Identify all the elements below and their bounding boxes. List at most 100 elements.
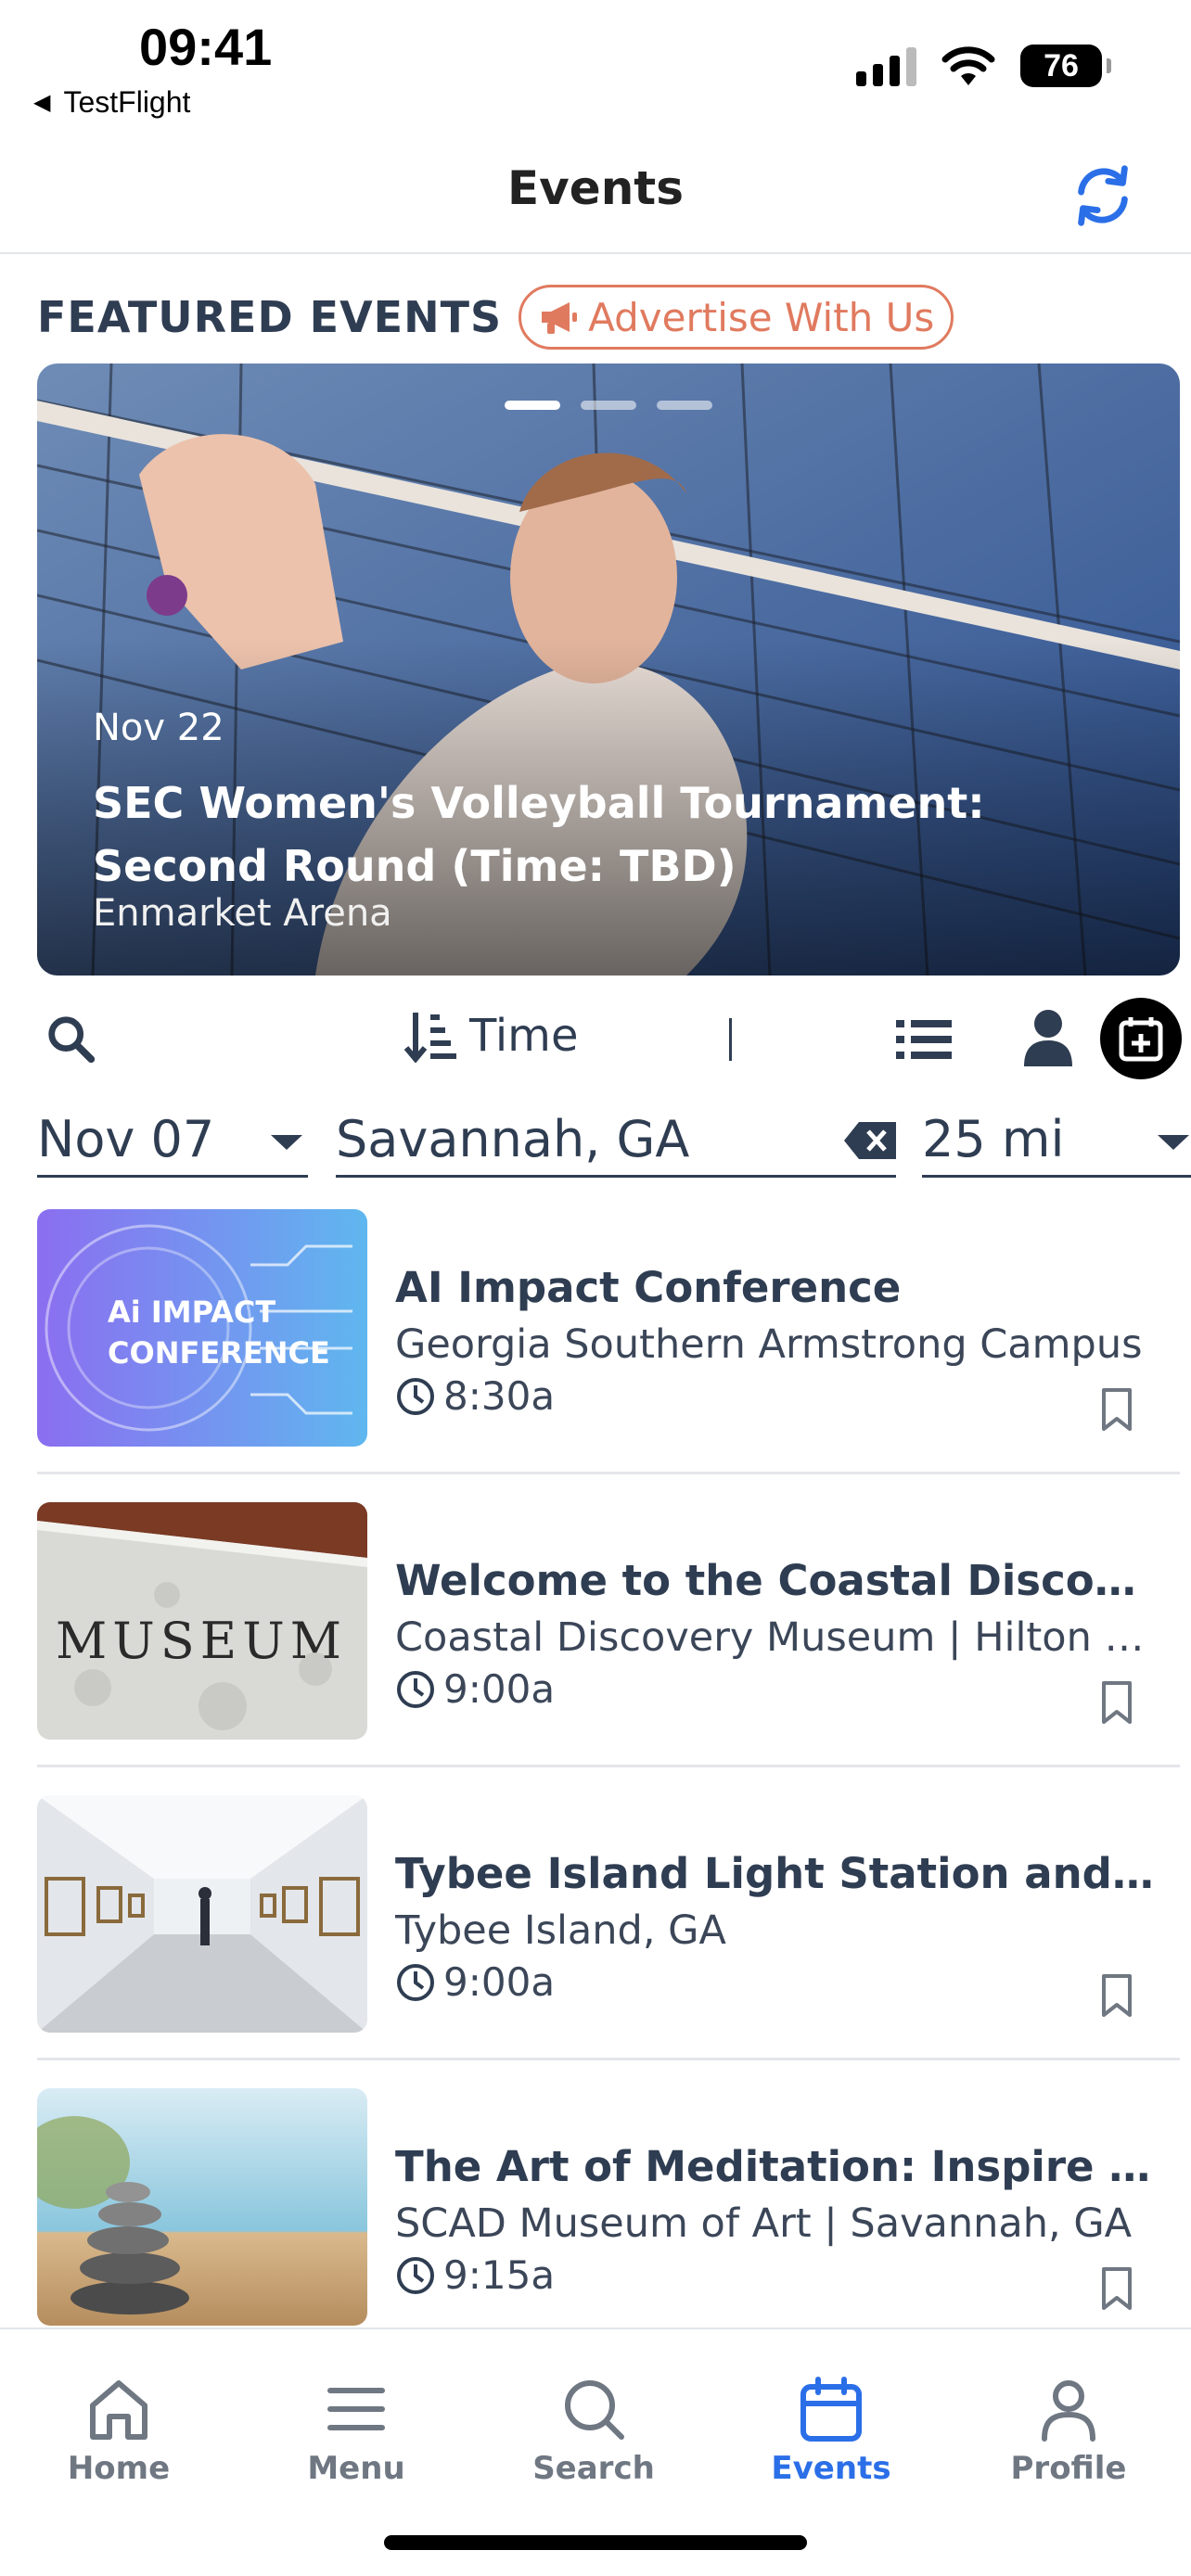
event-time-label: 9:00a [443,1666,556,1712]
distance-value: 25 mi [922,1110,1065,1168]
event-thumbnail [37,2088,367,2326]
thumb-text: CONFERENCE [108,1335,330,1371]
menu-icon [327,2388,385,2430]
tab-label: Events [771,2450,891,2487]
calendar-add-icon [1119,1017,1163,1062]
carousel-indicator[interactable] [37,401,1180,410]
clock-icon [397,1670,434,1708]
back-arrow-icon: ◀ [33,90,51,115]
page-title: Events [507,161,684,215]
events-toolbar: Time [0,992,1191,1085]
event-thumbnail: MUSEUM [37,1502,367,1740]
search-icon[interactable] [45,1013,98,1066]
featured-carousel[interactable]: Nov 22 SEC Women's Volleyball Tournament… [37,363,1180,976]
bookmark-icon[interactable] [1100,1973,1133,2018]
featured-event-title[interactable]: SEC Women's Volleyball Tournament: Secon… [93,772,1132,898]
add-event-button[interactable] [1100,998,1182,1079]
status-icons: 76 [856,45,1111,87]
home-indicator [384,2535,807,2550]
tab-menu[interactable]: Menu [263,2374,449,2487]
carousel-dot[interactable] [505,401,560,410]
back-to-app-link[interactable]: ◀ TestFlight [33,85,190,120]
featured-event-venue: Enmarket Arena [93,892,392,935]
cellular-signal-icon [856,45,916,86]
sort-button[interactable]: Time [404,1009,578,1063]
event-title: AI Impact Conference [395,1263,902,1312]
location-value: Savannah, GA [336,1110,690,1168]
event-title: Welcome to the Coastal Discovery Museum [395,1556,1156,1605]
advertise-label: Advertise With Us [588,294,935,340]
distance-select[interactable]: 25 mi [922,1103,1191,1178]
profile-icon [1042,2380,1095,2442]
bookmark-icon[interactable] [1100,1680,1133,1725]
event-time: 9:15a [395,2252,1176,2298]
clear-input-icon[interactable] [844,1122,896,1159]
event-title: The Art of Meditation: Inspire Your Prac… [395,2142,1156,2191]
event-time-label: 8:30a [443,1373,556,1419]
featured-header: FEATURED EVENTS Advertise With Us [37,284,954,351]
date-value: Nov 07 [37,1110,215,1168]
event-location: Coastal Discovery Museum | Hilton Head I… [395,1614,1156,1661]
event-list-item[interactable]: Tybee Island Light Station and Museum Ty… [37,1793,1180,2060]
status-time: 09:41 [139,18,273,76]
carousel-dot[interactable] [581,401,636,410]
battery-icon: 76 [1020,45,1111,87]
bookmark-icon[interactable] [1100,2266,1133,2311]
event-info: The Art of Meditation: Inspire Your Prac… [395,2142,1176,2298]
event-title: Tybee Island Light Station and Museum [395,1849,1156,1898]
list-view-icon[interactable] [896,1016,952,1063]
refresh-icon[interactable] [1067,159,1139,232]
event-list: Ai IMPACT CONFERENCE AI Impact Conferenc… [37,1207,1180,2424]
event-list-item[interactable]: The Art of Meditation: Inspire Your Prac… [37,2086,1180,2353]
tab-label: Menu [307,2450,405,2487]
chevron-down-icon [1158,1135,1189,1150]
nav-header: Events [0,139,1191,254]
event-info: Tybee Island Light Station and Museum Ty… [395,1849,1176,2005]
tab-label: Search [532,2450,655,2487]
status-bar: 09:41 ◀ TestFlight 76 [0,0,1191,130]
bookmark-icon[interactable] [1100,1387,1133,1432]
event-filters: Nov 07 Savannah, GA 25 mi [0,1103,1191,1178]
sort-ascending-icon [404,1013,456,1063]
home-icon [90,2380,147,2440]
location-input[interactable]: Savannah, GA [336,1103,896,1178]
tab-label: Profile [1010,2450,1127,2487]
tab-profile[interactable]: Profile [976,2374,1161,2487]
event-time: 8:30a [395,1373,1176,1419]
events-screen: 09:41 ◀ TestFlight 76 Events FEATURED EV… [0,0,1191,2576]
tab-search[interactable]: Search [501,2374,686,2487]
thumb-text: MUSEUM [56,1612,347,1670]
event-time-label: 9:00a [443,1959,556,2005]
chevron-down-icon [271,1135,302,1150]
event-info: AI Impact Conference Georgia Southern Ar… [395,1263,1176,1419]
advertise-button[interactable]: Advertise With Us [519,285,954,350]
tab-events[interactable]: Events [738,2374,924,2487]
megaphone-icon [542,302,578,334]
tab-home[interactable]: Home [26,2374,211,2487]
featured-event-date: Nov 22 [93,707,224,749]
event-thumbnail [37,1795,367,2033]
event-list-item[interactable]: MUSEUM Welcome to the Coastal Discovery … [37,1500,1180,1767]
event-location: Tybee Island, GA [395,1907,726,1954]
tab-label: Home [67,2450,171,2487]
sort-label: Time [469,1010,579,1062]
clock-icon [397,2256,434,2294]
event-time: 9:00a [395,1666,1176,1712]
date-select[interactable]: Nov 07 [37,1103,308,1178]
event-time: 9:00a [395,1959,1176,2005]
event-list-item[interactable]: Ai IMPACT CONFERENCE AI Impact Conferenc… [37,1207,1180,1474]
back-app-label: TestFlight [63,85,191,119]
person-icon[interactable] [1022,1007,1074,1068]
featured-title: FEATURED EVENTS [37,292,503,342]
wifi-icon [941,46,995,85]
event-info: Welcome to the Coastal Discovery Museum … [395,1556,1176,1712]
event-location: Georgia Southern Armstrong Campus [395,1321,1143,1368]
clock-icon [397,1377,434,1415]
search-icon [565,2380,624,2440]
event-thumbnail: Ai IMPACT CONFERENCE [37,1209,367,1447]
carousel-dot[interactable] [657,401,712,410]
thumb-text: Ai IMPACT [108,1294,275,1330]
toolbar-divider [729,1018,732,1061]
calendar-icon [800,2377,862,2442]
event-location: SCAD Museum of Art | Savannah, GA [395,2200,1133,2247]
